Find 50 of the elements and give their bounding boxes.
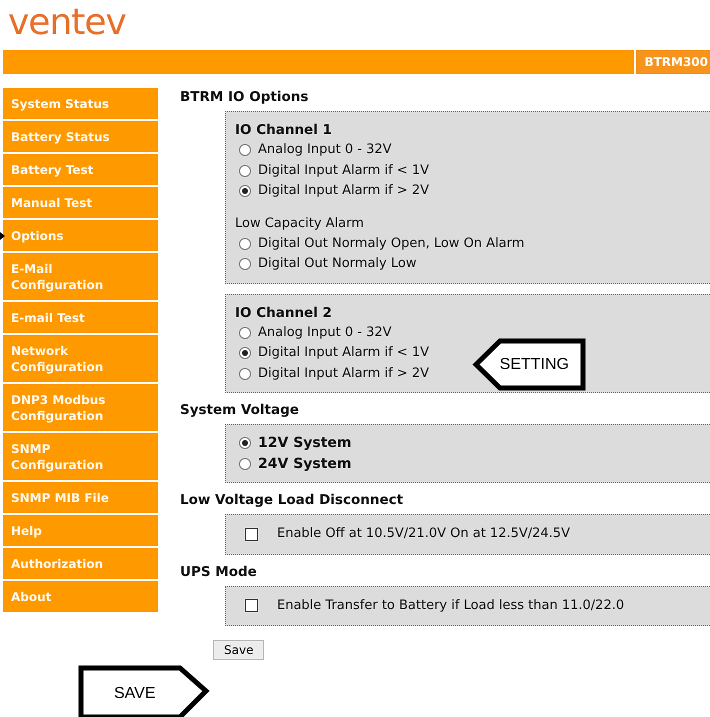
section-heading: UPS Mode (180, 562, 258, 580)
option-label: 24V System (258, 454, 352, 474)
save-button[interactable]: Save (213, 640, 264, 660)
radio-button[interactable] (239, 347, 251, 360)
option-label: Enable Transfer to Battery if Load less than 11.0/22.0 (277, 596, 624, 614)
sidebar-item[interactable]: Battery Status (3, 121, 158, 152)
radio-button[interactable] (239, 164, 251, 177)
option-label: Digital Input Alarm if < 1V (258, 344, 429, 362)
option-label: Analog Input 0 - 32V (258, 324, 392, 342)
radio-button[interactable] (239, 368, 251, 380)
radio-button[interactable] (239, 326, 251, 339)
checkbox[interactable] (245, 599, 258, 612)
option-label: Enable Off at 10.5V/21.0V On at 12.5V/24.5V (277, 525, 570, 543)
sidebar-item[interactable]: SNMP Configuration (3, 433, 158, 480)
radio-button[interactable] (239, 458, 251, 470)
model-badge: BTRM300 (634, 50, 710, 74)
option-label: Digital Input Alarm if > 2V (258, 364, 429, 382)
sidebar-item[interactable]: System Status (3, 88, 158, 119)
sidebar-item[interactable]: Options (3, 220, 158, 251)
group-caption: Low Capacity Alarm (235, 214, 365, 232)
option-label: 12V System (258, 434, 352, 453)
radio-button[interactable] (239, 437, 251, 450)
radio-button[interactable] (239, 185, 251, 198)
logo: ventev (8, 2, 126, 44)
sidebar-item[interactable]: E-Mail Configuration (3, 253, 158, 300)
section-heading: BTRM IO Options (180, 88, 310, 106)
option-label: Digital Input Alarm if > 2V (258, 182, 429, 200)
sidebar-item[interactable]: Battery Test (3, 154, 158, 185)
sidebar-item[interactable]: DNP3 Modbus Configuration (3, 384, 158, 431)
callout: SETTING (472, 338, 586, 391)
group-title: IO Channel 2 (235, 304, 333, 322)
radio-button[interactable] (239, 258, 251, 270)
radio-button[interactable] (239, 144, 251, 156)
option-label: Digital Input Alarm if < 1V (258, 162, 429, 180)
sidebar-item[interactable]: SNMP MIB File (3, 482, 158, 513)
option-label: Digital Out Normaly Low (258, 255, 416, 273)
callout: SAVE (78, 665, 210, 717)
group-title: IO Channel 1 (235, 121, 333, 140)
sidebar-item[interactable]: Manual Test (3, 187, 158, 218)
sidebar-item[interactable]: Network Configuration (3, 335, 158, 382)
option-label: Digital Out Normaly Open, Low On Alarm (258, 234, 524, 252)
sidebar-item[interactable]: Authorization (3, 548, 158, 579)
radio-button[interactable] (239, 238, 251, 250)
option-label: Analog Input 0 - 32V (258, 141, 392, 159)
sidebar-item[interactable]: Help (3, 515, 158, 546)
checkbox[interactable] (245, 528, 258, 541)
sidebar-item[interactable]: About (3, 581, 158, 612)
sidebar-item[interactable]: E-mail Test (3, 302, 158, 333)
section-heading: System Voltage (180, 401, 300, 419)
section-heading: Low Voltage Load Disconnect (180, 491, 404, 509)
